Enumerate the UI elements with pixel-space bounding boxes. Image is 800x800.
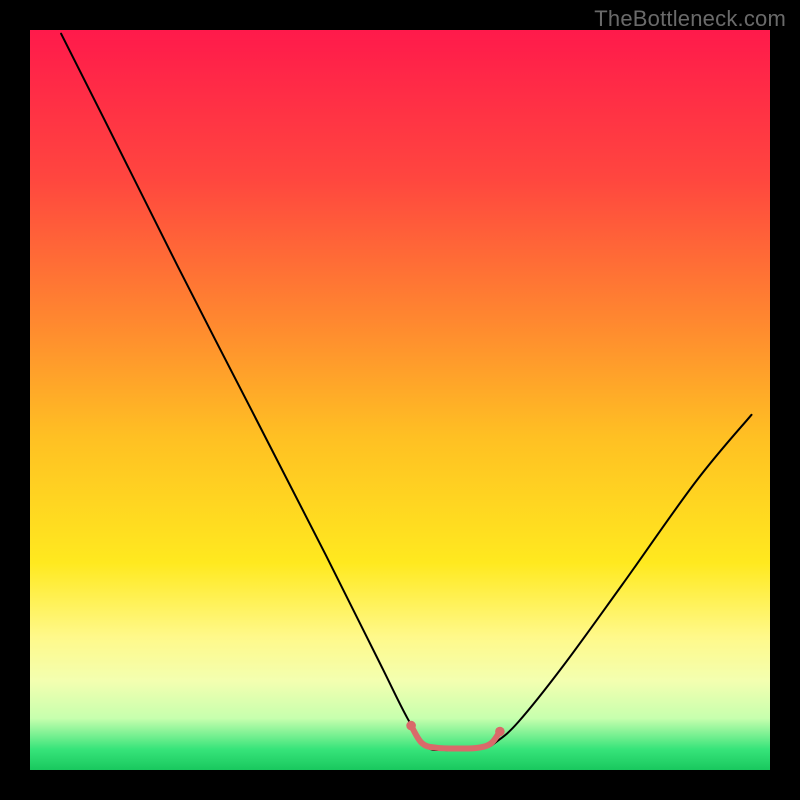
watermark-text: TheBottleneck.com <box>594 6 786 32</box>
plot-background <box>30 30 770 770</box>
bottleneck-chart <box>0 0 800 800</box>
chart-stage: TheBottleneck.com <box>0 0 800 800</box>
highlight-endpoint <box>495 727 505 737</box>
highlight-endpoint <box>406 721 416 731</box>
